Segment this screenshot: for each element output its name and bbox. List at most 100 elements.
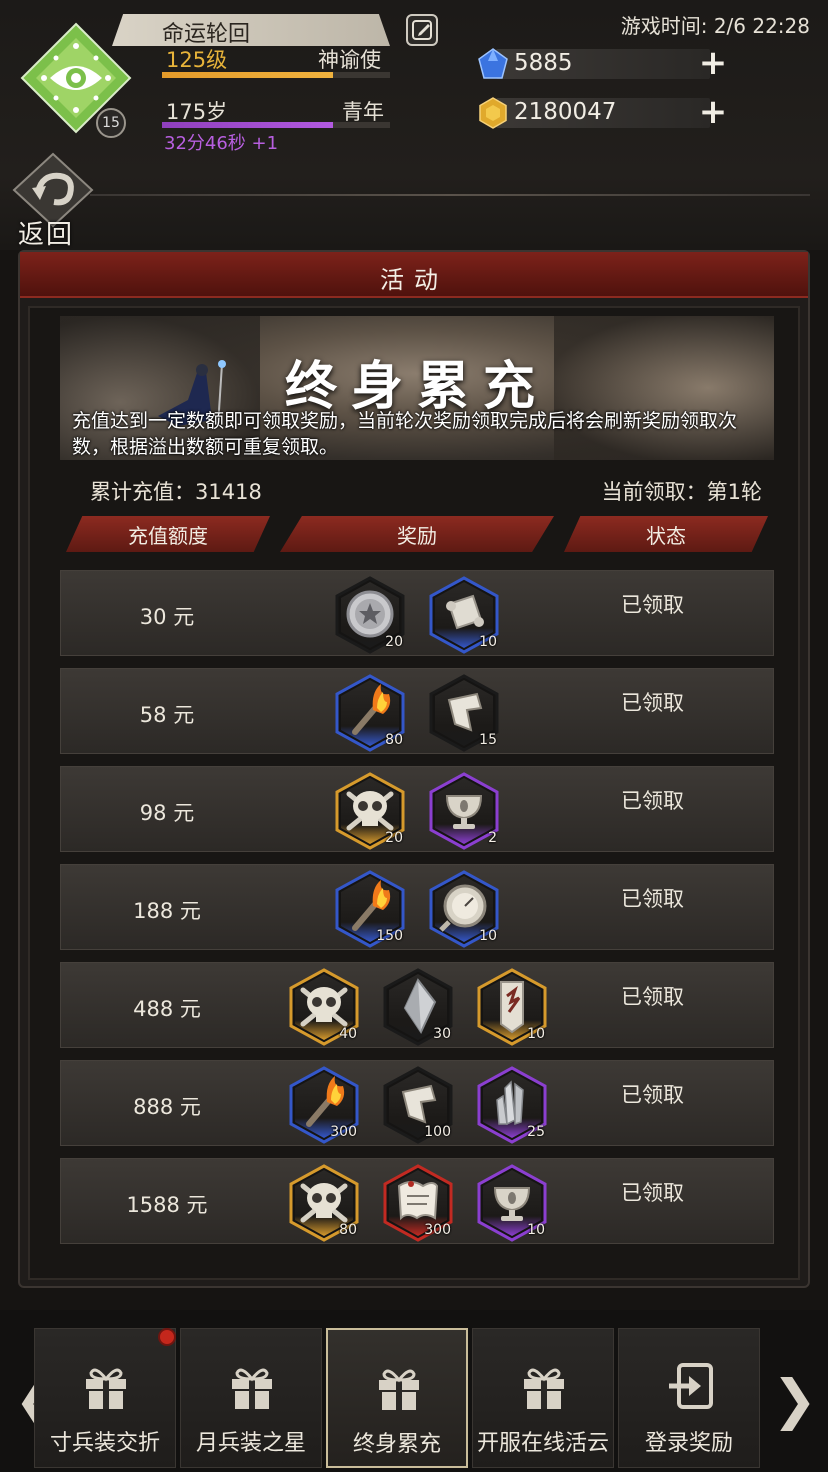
reward-item[interactable]: 10	[475, 968, 549, 1046]
add-gems-button[interactable]: +	[698, 46, 728, 80]
claim-status: 已领取	[621, 1083, 684, 1107]
reward-count: 80	[339, 1222, 357, 1238]
reward-item[interactable]: 10	[427, 870, 501, 948]
reward-item[interactable]: 10	[475, 1164, 549, 1242]
gold-coin-icon	[479, 97, 507, 129]
claim-status: 已领取	[621, 593, 684, 617]
reward-count: 25	[527, 1124, 545, 1140]
reward-row: 30 元 20 10 已领取	[60, 570, 774, 656]
tab-1[interactable]: 寸兵装交折	[34, 1328, 176, 1468]
reward-item[interactable]: 300	[381, 1164, 455, 1242]
level-progress-bar	[162, 72, 390, 78]
reward-row: 888 元 300 100 25 已领取	[60, 1060, 774, 1146]
tab-2[interactable]: 月兵装之星	[180, 1328, 322, 1468]
top-hud: 15 命运轮回 125级 神谕使 175岁 青年 32分46秒 +1 游戏时间:…	[0, 0, 828, 250]
tab-3[interactable]: 终身累充	[326, 1328, 468, 1468]
reward-item[interactable]: 80	[333, 674, 407, 752]
column-header-reward: 奖励	[280, 516, 554, 552]
claim-status: 已领取	[621, 985, 684, 1009]
recharge-amount: 488 元	[133, 997, 201, 1021]
event-banner: 终身累充 充值达到一定数额即可领取奖励，当前轮次奖励领取完成后将会刷新奖励领取次…	[60, 316, 774, 460]
reward-count: 10	[479, 634, 497, 650]
add-gold-button[interactable]: +	[698, 95, 728, 129]
recharge-amount: 30 元	[139, 605, 195, 629]
reward-item[interactable]: 2	[427, 772, 501, 850]
notification-dot	[158, 1328, 176, 1346]
reward-count: 20	[385, 830, 403, 846]
reward-item[interactable]: 25	[475, 1066, 549, 1144]
reward-count: 40	[339, 1026, 357, 1042]
gem-amount: 5885	[514, 50, 573, 76]
edit-name-button[interactable]	[406, 14, 438, 46]
reward-count: 80	[385, 732, 403, 748]
column-header-status: 状态	[564, 516, 768, 552]
blue-gem-icon	[478, 48, 508, 79]
reward-item[interactable]: 150	[333, 870, 407, 948]
reward-item[interactable]: 80	[287, 1164, 361, 1242]
edit-icon	[412, 20, 432, 40]
login-icon	[669, 1363, 713, 1409]
back-button-label[interactable]: 返回	[18, 214, 74, 251]
reward-count: 10	[527, 1222, 545, 1238]
recharge-amount: 58 元	[139, 703, 195, 727]
reward-item[interactable]: 15	[427, 674, 501, 752]
recharge-amount: 188 元	[133, 899, 201, 923]
reward-item[interactable]: 40	[287, 968, 361, 1046]
gift-icon	[86, 1368, 126, 1409]
claim-status: 已领取	[621, 691, 684, 715]
reward-item[interactable]: 300	[287, 1066, 361, 1144]
claim-status: 已领取	[621, 887, 684, 911]
reward-count: 15	[479, 732, 497, 748]
recharge-amount: 1588 元	[126, 1193, 208, 1217]
reward-item[interactable]: 100	[381, 1066, 455, 1144]
column-header-amount: 充值额度	[66, 516, 270, 552]
tab-label: 月兵装之星	[195, 1431, 306, 1456]
reward-count: 300	[330, 1124, 357, 1140]
player-level: 125级	[166, 48, 228, 72]
reward-count: 2	[488, 830, 497, 846]
reward-item[interactable]: 20	[333, 576, 407, 654]
banner-description: 充值达到一定数额即可领取奖励，当前轮次奖励领取完成后将会刷新奖励领取次数，根据溢…	[72, 410, 738, 458]
scroll-right-arrow-icon[interactable]: ❯	[772, 1372, 817, 1428]
activity-content: 终身累充 充值达到一定数额即可领取奖励，当前轮次奖励领取完成后将会刷新奖励领取次…	[28, 306, 800, 1280]
age-timer: 32分46秒 +1	[164, 133, 279, 154]
reward-count: 10	[479, 928, 497, 944]
tab-label: 寸兵装交折	[49, 1431, 160, 1456]
panel-header: 活动	[20, 252, 808, 298]
tab-4[interactable]: 开服在线活云	[472, 1328, 614, 1468]
gift-icon	[524, 1368, 564, 1409]
reward-count: 10	[527, 1026, 545, 1042]
reward-row: 188 元 150 10 已领取	[60, 864, 774, 950]
reward-count: 150	[376, 928, 403, 944]
tab-5[interactable]: 登录奖励	[618, 1328, 760, 1468]
reward-row: 98 元 20 2 已领取	[60, 766, 774, 852]
reward-item[interactable]: 20	[333, 772, 407, 850]
reward-row: 1588 元 80 300 10 已领取	[60, 1158, 774, 1244]
tab-label: 登录奖励	[644, 1431, 733, 1456]
age-progress-bar	[162, 122, 390, 128]
claim-status: 已领取	[621, 789, 684, 813]
reward-count: 30	[433, 1026, 451, 1042]
reward-row: 58 元 80 15 已领取	[60, 668, 774, 754]
current-round: 当前领取：第1轮	[601, 480, 762, 504]
reward-item[interactable]: 30	[381, 968, 455, 1046]
gold-amount: 2180047	[514, 99, 617, 125]
recharge-amount: 98 元	[139, 801, 195, 825]
gem-currency: 5885 +	[476, 46, 728, 81]
total-recharge: 累计充值：31418	[90, 480, 262, 504]
reward-count: 20	[385, 634, 403, 650]
panel-title: 活动	[380, 266, 448, 294]
recharge-amount: 888 元	[133, 1095, 201, 1119]
tab-label: 终身累充	[352, 1432, 441, 1457]
reward-item[interactable]: 10	[427, 576, 501, 654]
claim-status: 已领取	[621, 1181, 684, 1205]
reward-count: 300	[424, 1222, 451, 1238]
level-badge: 15	[96, 108, 126, 138]
name-plate	[112, 14, 390, 46]
reward-count: 100	[424, 1124, 451, 1140]
activity-panel: 活动 终身累充 充值达到一定数额即可领取奖励，当前轮次奖励领取完成后将会刷新奖励…	[18, 250, 810, 1288]
hud-divider	[90, 194, 810, 196]
game-time: 游戏时间: 2/6 22:28	[620, 14, 810, 38]
gift-icon	[379, 1369, 419, 1410]
reward-row: 488 元 40 30 10 已领取	[60, 962, 774, 1048]
